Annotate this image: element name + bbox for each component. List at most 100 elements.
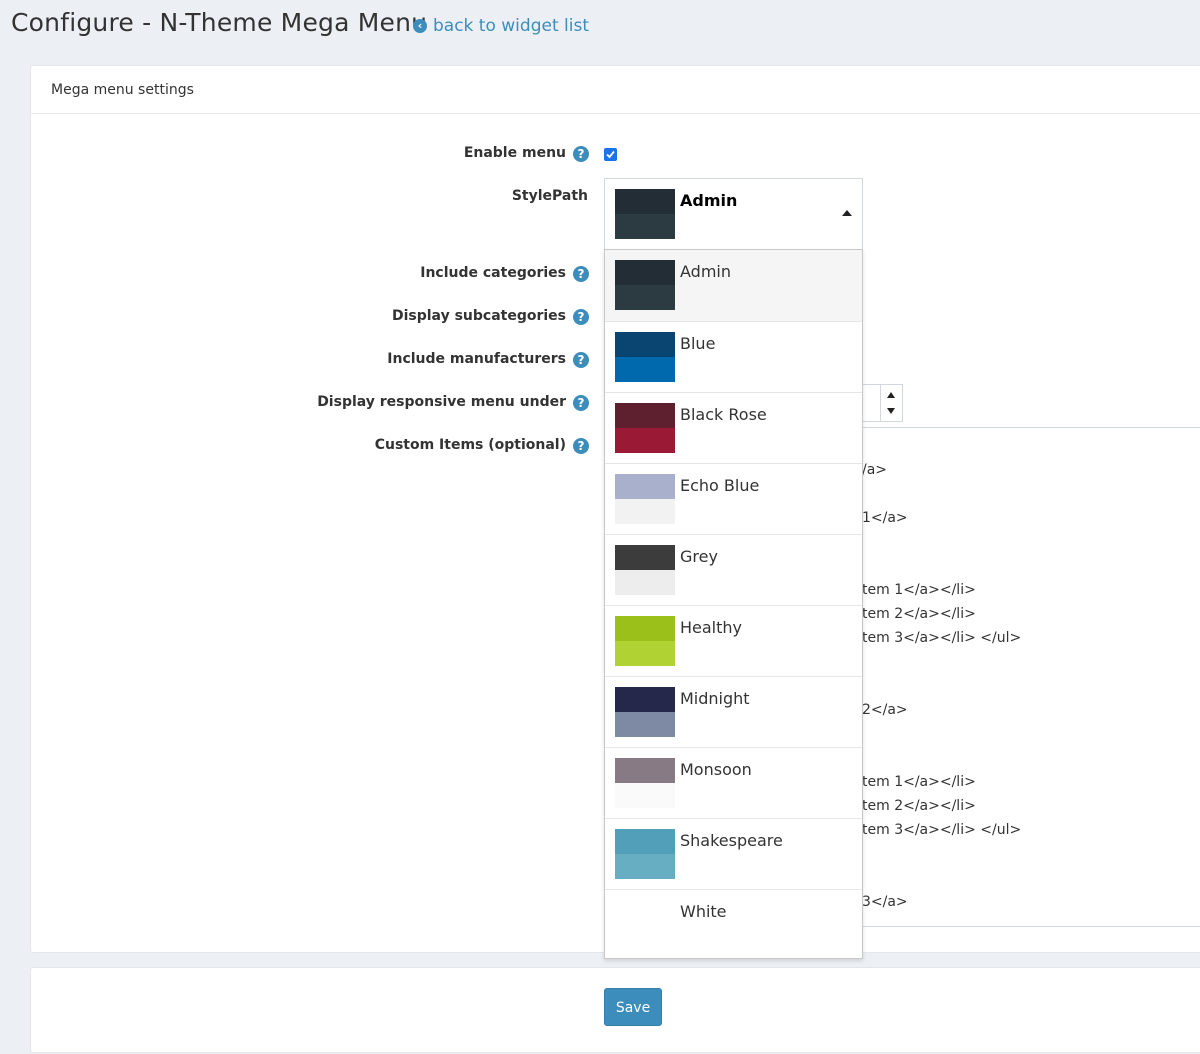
- stylepath-row: StylePath: [0, 188, 588, 208]
- custom-items-label: Custom Items (optional): [374, 437, 566, 453]
- style-option-label: White: [680, 902, 727, 921]
- caret-up-icon: [842, 210, 852, 216]
- style-option-healthy[interactable]: Healthy: [605, 605, 862, 676]
- style-option-shakespeare[interactable]: Shakespeare: [605, 818, 862, 889]
- swatch-top: [615, 758, 675, 783]
- code-line: tem 2</a></li>: [862, 798, 976, 814]
- include-manufacturers-help-icon[interactable]: ?: [573, 352, 589, 368]
- swatch-top: [615, 260, 675, 285]
- code-line: 3</a>: [862, 894, 908, 910]
- number-stepper[interactable]: [880, 384, 903, 422]
- code-line: tem 1</a></li>: [862, 582, 976, 598]
- arrow-left-circle-icon: ‹: [413, 19, 427, 33]
- style-option-label: Shakespeare: [680, 831, 783, 850]
- swatch-bottom: [615, 285, 675, 310]
- page-title: Configure - N-Theme Mega Menu: [11, 8, 428, 37]
- swatch-bottom: [615, 925, 675, 950]
- style-option-white[interactable]: White: [605, 889, 862, 960]
- style-option-echo-blue[interactable]: Echo Blue: [605, 463, 862, 534]
- stylepath-selected-value: Admin: [680, 191, 738, 210]
- swatch-bottom: [615, 499, 675, 524]
- code-line: 2</a>: [862, 702, 908, 718]
- style-option-grey[interactable]: Grey: [605, 534, 862, 605]
- custom-items-row: Custom Items (optional): [0, 437, 566, 457]
- style-swatch: [615, 616, 675, 666]
- code-line: tem 2</a></li>: [862, 606, 976, 622]
- style-option-label: Echo Blue: [680, 476, 760, 495]
- code-line: tem 1</a></li>: [862, 774, 976, 790]
- stepper-up-icon[interactable]: [887, 392, 895, 398]
- include-categories-label: Include categories: [420, 265, 566, 281]
- style-swatch: [615, 474, 675, 524]
- style-option-label: Admin: [680, 262, 731, 281]
- swatch-bottom: [615, 641, 675, 666]
- custom-items-textarea[interactable]: [862, 427, 1200, 927]
- swatch-top: [615, 829, 675, 854]
- settings-card-header: Mega menu settings: [31, 66, 1200, 114]
- stylepath-dropdown-list: Admin Blue Black Rose Echo Blue Grey Hea…: [604, 249, 863, 959]
- display-responsive-under-label: Display responsive menu under: [317, 394, 566, 410]
- save-button[interactable]: Save: [604, 988, 662, 1026]
- responsive-width-input[interactable]: [862, 384, 882, 422]
- custom-items-help-icon[interactable]: ?: [573, 438, 589, 454]
- display-responsive-under-row: Display responsive menu under: [0, 394, 566, 414]
- checkmark-icon: [606, 150, 615, 159]
- selected-style-swatch: [615, 189, 675, 239]
- swatch-top: [615, 687, 675, 712]
- swatch-top: [615, 332, 675, 357]
- swatch-bottom: [615, 428, 675, 453]
- stepper-down-icon[interactable]: [887, 408, 895, 414]
- style-swatch: [615, 829, 675, 879]
- page-header: Configure - N-Theme Mega Menu ‹ back to …: [0, 0, 1200, 62]
- style-option-label: Grey: [680, 547, 718, 566]
- enable-menu-label: Enable menu: [463, 145, 566, 161]
- display-subcategories-help-icon[interactable]: ?: [573, 309, 589, 325]
- swatch-bottom: [615, 854, 675, 879]
- include-categories-help-icon[interactable]: ?: [573, 266, 589, 282]
- back-to-widget-list-link[interactable]: ‹ back to widget list: [413, 16, 589, 36]
- style-option-blue[interactable]: Blue: [605, 321, 862, 392]
- style-swatch: [615, 403, 675, 453]
- enable-menu-row: Enable menu: [0, 145, 566, 165]
- style-option-label: Midnight: [680, 689, 750, 708]
- swatch-bottom: [615, 783, 675, 808]
- style-option-label: Healthy: [680, 618, 743, 637]
- style-swatch: [615, 545, 675, 595]
- swatch-bottom: [615, 214, 675, 239]
- style-option-label: Monsoon: [680, 760, 752, 779]
- display-subcategories-row: Display subcategories: [0, 308, 566, 328]
- swatch-bottom: [615, 357, 675, 382]
- code-line: /a>: [862, 462, 888, 478]
- enable-menu-help-icon[interactable]: ?: [573, 146, 589, 162]
- settings-card-title: Mega menu settings: [51, 82, 194, 98]
- display-responsive-under-help-icon[interactable]: ?: [573, 395, 589, 411]
- style-option-midnight[interactable]: Midnight: [605, 676, 862, 747]
- style-option-admin[interactable]: Admin: [605, 250, 862, 321]
- enable-menu-checkbox[interactable]: [604, 148, 617, 161]
- swatch-top: [615, 474, 675, 499]
- save-card: Save: [30, 967, 1200, 1053]
- include-categories-row: Include categories: [0, 265, 566, 285]
- swatch-top: [615, 900, 675, 925]
- back-link-label: back to widget list: [433, 16, 589, 36]
- style-swatch: [615, 260, 675, 310]
- code-line: tem 3</a></li> </ul>: [862, 822, 1022, 838]
- code-line: tem 3</a></li> </ul>: [862, 630, 1022, 646]
- swatch-top: [615, 189, 675, 214]
- swatch-top: [615, 616, 675, 641]
- style-option-label: Blue: [680, 334, 716, 353]
- swatch-top: [615, 403, 675, 428]
- swatch-top: [615, 545, 675, 570]
- swatch-bottom: [615, 570, 675, 595]
- style-swatch: [615, 758, 675, 808]
- style-swatch: [615, 332, 675, 382]
- display-subcategories-label: Display subcategories: [391, 308, 566, 324]
- style-option-black-rose[interactable]: Black Rose: [605, 392, 862, 463]
- style-swatch: [615, 687, 675, 737]
- include-manufacturers-label: Include manufacturers: [387, 351, 566, 367]
- include-manufacturers-row: Include manufacturers: [0, 351, 566, 371]
- code-line: 1</a>: [862, 510, 908, 526]
- stylepath-select[interactable]: Admin: [604, 178, 863, 249]
- stylepath-label: StylePath: [511, 188, 588, 204]
- style-option-monsoon[interactable]: Monsoon: [605, 747, 862, 818]
